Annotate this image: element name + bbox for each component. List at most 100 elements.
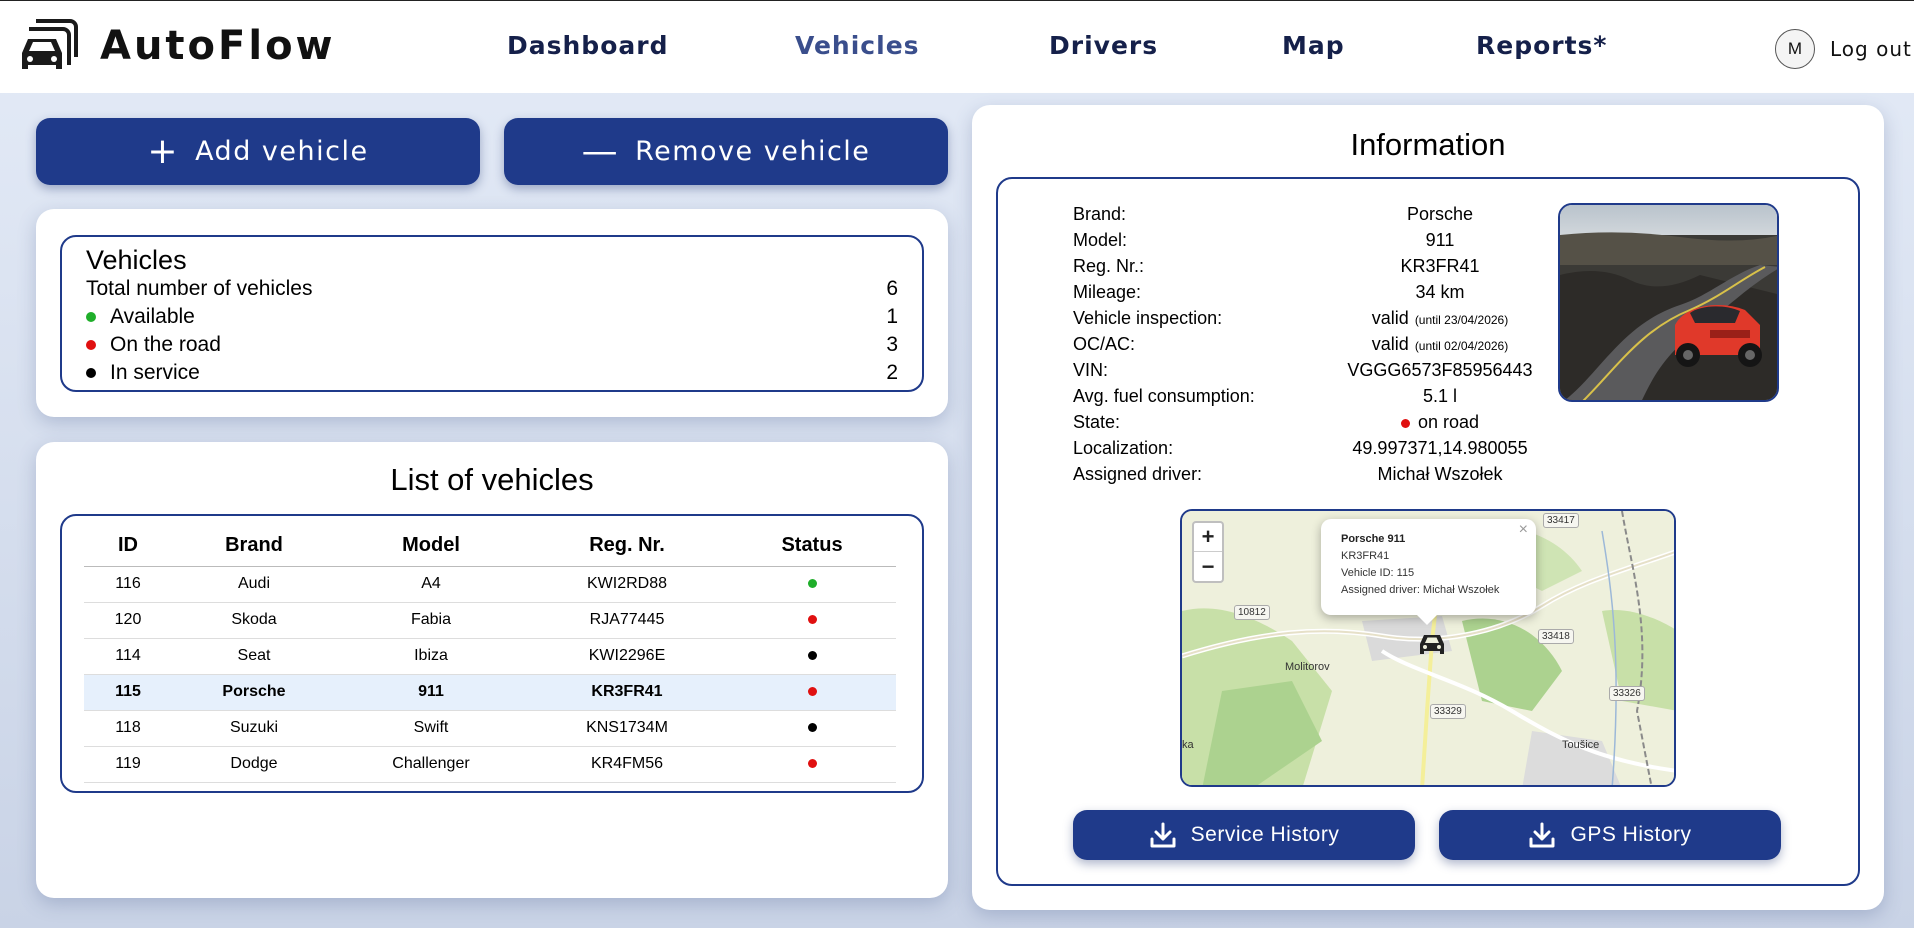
- cell-brand: Skoda: [172, 602, 336, 639]
- cell-brand: Audi: [172, 566, 336, 603]
- status-dot: [807, 687, 817, 696]
- summary-title: Vehicles: [86, 245, 187, 275]
- inspection-label: Vehicle inspection:: [1073, 308, 1223, 328]
- cell-id: 119: [84, 746, 172, 783]
- road-label: 33329: [1430, 704, 1466, 719]
- town-label: Molitorov: [1285, 661, 1330, 673]
- ocac-status: valid: [1371, 334, 1409, 354]
- table-row-selected[interactable]: 115 Porsche 911 KR3FR41: [84, 674, 896, 711]
- status-dot: [807, 615, 817, 624]
- summary-on-road-row: On the road 3: [86, 333, 898, 359]
- vehicle-marker-icon[interactable]: [1418, 632, 1446, 656]
- cell-status: [728, 746, 896, 783]
- summary-card: Vehicles Total number of vehicles 6 Avai…: [36, 209, 948, 417]
- gps-history-button[interactable]: GPS History: [1439, 810, 1781, 860]
- logout-link[interactable]: Log out: [1830, 37, 1912, 61]
- state-text: on road: [1417, 412, 1480, 432]
- zoom-in-button[interactable]: +: [1194, 523, 1222, 552]
- vin-value: VGGG6573F85956443: [1347, 360, 1533, 380]
- popup-reg: KR3FR41: [1341, 550, 1390, 562]
- add-vehicle-label: Add vehicle: [195, 136, 369, 167]
- remove-vehicle-label: Remove vehicle: [635, 136, 871, 167]
- popup-driver: Assigned driver: Michał Wszołek: [1341, 584, 1500, 596]
- table-row[interactable]: 118 Suzuki Swift KNS1734M: [84, 710, 896, 747]
- cell-brand: Seat: [172, 638, 336, 675]
- col-id[interactable]: ID: [84, 526, 172, 567]
- vehicle-table: ID Brand Model Reg. Nr. Status 116 Audi …: [84, 526, 896, 783]
- road-label: 10812: [1234, 605, 1270, 620]
- brand-value: Porsche: [1406, 204, 1474, 224]
- mileage-value: 34 km: [1415, 282, 1465, 302]
- state-value: on road: [1308, 412, 1572, 433]
- vehicle-list-card: List of vehicles ID Brand Model Reg. Nr.…: [36, 442, 948, 898]
- cell-model: Ibiza: [336, 638, 526, 675]
- col-brand[interactable]: Brand: [172, 526, 336, 567]
- summary-box: Vehicles Total number of vehicles 6 Avai…: [60, 235, 924, 392]
- cell-model: 911: [336, 674, 526, 711]
- table-header-row: ID Brand Model Reg. Nr. Status: [84, 526, 896, 567]
- remove-vehicle-button[interactable]: — Remove vehicle: [504, 118, 948, 185]
- nav-map[interactable]: Map: [1282, 31, 1345, 60]
- road-label: 33418: [1538, 629, 1574, 644]
- col-model[interactable]: Model: [336, 526, 526, 567]
- cell-status: [728, 638, 896, 675]
- summary-available-row: Available 1: [86, 305, 898, 331]
- table-row[interactable]: 114 Seat Ibiza KWI2296E: [84, 638, 896, 675]
- summary-in-service-row: In service 2: [86, 361, 898, 387]
- model-value: 911: [1425, 230, 1455, 250]
- reg-value: KR3FR41: [1400, 256, 1480, 276]
- cell-id: 115: [84, 674, 172, 711]
- vehicle-list-title: List of vehicles: [390, 462, 594, 497]
- service-history-button[interactable]: Service History: [1073, 810, 1415, 860]
- vehicle-table-body: 116 Audi A4 KWI2RD88 120 Skoda Fabia RJA…: [84, 566, 896, 783]
- col-reg[interactable]: Reg. Nr.: [526, 526, 728, 567]
- popup-title: Porsche 911: [1341, 533, 1406, 545]
- nav-dashboard[interactable]: Dashboard: [507, 31, 668, 60]
- table-row[interactable]: 116 Audi A4 KWI2RD88: [84, 566, 896, 603]
- download-icon: [1150, 822, 1176, 848]
- cell-model: Fabia: [336, 602, 526, 639]
- status-dot: [807, 579, 817, 588]
- information-box: Brand: Porsche Model: 911 Reg. Nr.: KR3F…: [996, 177, 1860, 886]
- cell-reg: KNS1734M: [526, 710, 728, 747]
- nav-drivers[interactable]: Drivers: [1049, 31, 1158, 60]
- table-row[interactable]: 120 Skoda Fabia RJA77445: [84, 602, 896, 639]
- nav-vehicles[interactable]: Vehicles: [795, 31, 920, 60]
- vehicle-location-map[interactable]: 10812 33417 33418 33326 33329 Molitorov …: [1180, 509, 1676, 787]
- summary-available-label: Available: [110, 305, 195, 328]
- cell-status: [728, 710, 896, 747]
- popup-close-icon[interactable]: ×: [1519, 521, 1528, 538]
- user-avatar[interactable]: M: [1775, 29, 1815, 69]
- town-label: Toušice: [1562, 739, 1600, 751]
- cell-brand: Suzuki: [172, 710, 336, 747]
- gps-history-label: GPS History: [1570, 823, 1692, 846]
- zoom-out-button[interactable]: −: [1194, 552, 1222, 581]
- nav-reports[interactable]: Reports*: [1476, 31, 1608, 60]
- vehicle-table-box: ID Brand Model Reg. Nr. Status 116 Audi …: [60, 514, 924, 793]
- col-status[interactable]: Status: [728, 526, 896, 567]
- inspection-status: valid: [1371, 308, 1409, 328]
- driver-value: Michał Wszołek: [1377, 464, 1503, 484]
- table-row[interactable]: 119 Dodge Challenger KR4FM56: [84, 746, 896, 783]
- add-vehicle-button[interactable]: + Add vehicle: [36, 118, 480, 185]
- cell-reg: RJA77445: [526, 602, 728, 639]
- summary-on-road-value: 3: [886, 333, 898, 356]
- cell-brand: Porsche: [172, 674, 336, 711]
- state-label: State:: [1073, 412, 1121, 432]
- cell-status: [728, 602, 896, 639]
- cell-model: Swift: [336, 710, 526, 747]
- localization-value: 49.997371,14.980055: [1352, 438, 1528, 458]
- minus-icon: —: [581, 130, 620, 172]
- cell-status: [728, 566, 896, 603]
- vin-label: VIN:: [1073, 360, 1109, 380]
- service-history-label: Service History: [1190, 823, 1340, 846]
- state-dot: [1400, 419, 1410, 428]
- model-label: Model:: [1073, 230, 1128, 250]
- summary-total-row: Total number of vehicles 6: [86, 277, 898, 303]
- summary-on-road-label: On the road: [110, 333, 221, 356]
- cell-id: 120: [84, 602, 172, 639]
- green-status-dot: [86, 312, 96, 322]
- car-stack-logo-icon[interactable]: [18, 15, 80, 75]
- localization-label: Localization:: [1073, 438, 1174, 458]
- summary-in-service-value: 2: [886, 361, 898, 384]
